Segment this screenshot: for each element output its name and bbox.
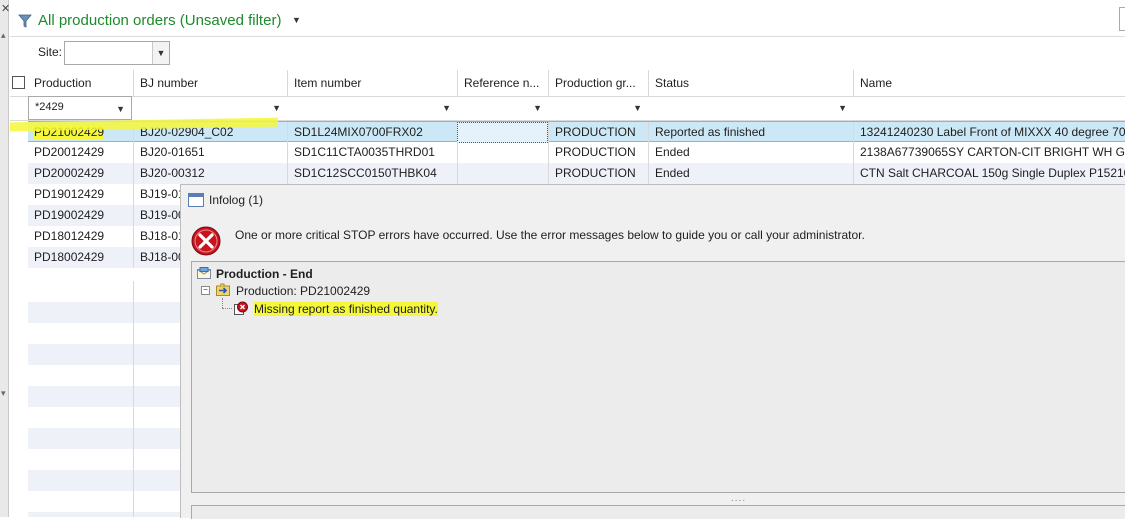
chevron-down-icon[interactable]: ▼ [442, 103, 451, 113]
tree-node-error[interactable]: Missing report as finished quantity. [254, 302, 438, 316]
column-header-item-number[interactable]: Item number [287, 70, 457, 96]
cell-production-group: PRODUCTION [548, 163, 648, 184]
scroll-down-icon[interactable]: ▾ [1, 388, 6, 399]
close-icon[interactable]: ✕ [1, 2, 10, 15]
cell-bj-number: BJ20-00312 [133, 163, 287, 184]
filter-production-group[interactable]: ▼ [548, 96, 648, 120]
infolog-window-icon [188, 193, 204, 207]
site-label: Site: [38, 45, 63, 59]
infolog-title: Infolog (1) [209, 193, 264, 207]
grid-header-row: Production BJ number Item number Referen… [10, 70, 1125, 97]
error-stop-icon [191, 226, 221, 256]
cell-reference[interactable] [457, 122, 548, 143]
infolog-dialog: Infolog (1) One or more critical STOP er… [180, 184, 1125, 519]
chevron-down-icon[interactable]: ▼ [116, 104, 125, 114]
column-header-status[interactable]: Status [648, 70, 853, 96]
cell-production-group: PRODUCTION [548, 142, 648, 163]
cell-production: PD19012429 [34, 187, 105, 201]
filter-funnel-icon [18, 14, 32, 28]
infolog-message: One or more critical STOP errors have oc… [235, 228, 865, 242]
chevron-down-icon[interactable]: ▼ [838, 103, 847, 113]
column-header-bj-number[interactable]: BJ number [133, 70, 287, 96]
folder-arrow-icon [216, 283, 230, 296]
cell-status: Ended [648, 142, 853, 163]
cell-status: Reported as finished [648, 122, 853, 143]
cell-production: PD19002429 [34, 208, 105, 222]
filter-production-value: *2429 [35, 101, 64, 113]
filter-status[interactable]: ▼ [648, 96, 853, 120]
filter-bj-number[interactable]: ▼ [133, 96, 287, 120]
table-row[interactable]: PD20002429 BJ20-00312 SD1C12SCC0150THBK0… [28, 163, 1125, 184]
cell-reference [457, 142, 548, 163]
pane-splitter[interactable]: .... [731, 493, 746, 504]
infolog-tree: Production - End − Production: PD2100242… [191, 261, 1125, 493]
left-edge-strip: ✕ ▴ ▾ [0, 0, 10, 517]
tree-node-production[interactable]: Production: PD21002429 [236, 284, 370, 298]
filter-item-number[interactable]: ▼ [287, 96, 457, 120]
column-header-name[interactable]: Name [853, 70, 1125, 96]
chevron-down-icon[interactable]: ▼ [533, 103, 542, 113]
column-header-reference[interactable]: Reference n... [457, 70, 548, 96]
title-dropdown-icon[interactable]: ▼ [292, 15, 301, 25]
column-header-production-group[interactable]: Production gr... [548, 70, 648, 96]
cell-reference [457, 163, 548, 184]
cell-name: 2138A67739065SY CARTON-CIT BRIGHT WH GEL… [853, 142, 1125, 163]
grid-filter-row: *2429 ▼ ▼ ▼ ▼ ▼ ▼ [10, 96, 1125, 121]
chevron-down-icon[interactable]: ▼ [272, 103, 281, 113]
cell-production: PD20002429 [34, 166, 105, 180]
scroll-up-icon[interactable]: ▴ [1, 30, 6, 41]
tree-collapse-icon[interactable]: − [201, 286, 210, 295]
cell-name: CTN Salt CHARCOAL 150g Single Duplex P15… [853, 163, 1125, 184]
filter-reference[interactable]: ▼ [457, 96, 548, 120]
cell-production-group: PRODUCTION [548, 122, 648, 143]
select-all-checkbox[interactable] [12, 76, 25, 89]
cell-status: Ended [648, 163, 853, 184]
cell-name: 13241240230 Label Front of MIXXX 40 degr… [853, 122, 1125, 143]
site-select[interactable]: ▼ [64, 41, 170, 65]
column-header-production[interactable]: Production [28, 70, 133, 96]
tree-node-root[interactable]: Production - End [216, 267, 313, 281]
cell-production: PD18012429 [34, 229, 105, 243]
cell-production: PD18002429 [34, 250, 105, 264]
filter-production[interactable]: *2429 ▼ [28, 96, 132, 120]
cell-bj-number: BJ20-01651 [133, 142, 287, 163]
cell-production: PD20012429 [34, 145, 105, 159]
cell-item-number: SD1C11CTA0035THRD01 [287, 142, 457, 163]
page-title[interactable]: All production orders (Unsaved filter) [38, 12, 281, 29]
envelope-icon [197, 267, 211, 279]
chevron-down-icon[interactable]: ▼ [152, 42, 169, 64]
error-small-icon [234, 301, 248, 315]
search-box-edge[interactable] [1119, 7, 1125, 31]
cell-item-number: SD1C12SCC0150THBK04 [287, 163, 457, 184]
filter-name[interactable] [853, 96, 1125, 120]
page-header: All production orders (Unsaved filter) ▼ [10, 4, 1125, 37]
chevron-down-icon[interactable]: ▼ [633, 103, 642, 113]
table-row[interactable]: PD20012429 BJ20-01651 SD1C11CTA0035THRD0… [28, 142, 1125, 163]
cell-item-number: SD1L24MIX0700FRX02 [287, 122, 457, 143]
